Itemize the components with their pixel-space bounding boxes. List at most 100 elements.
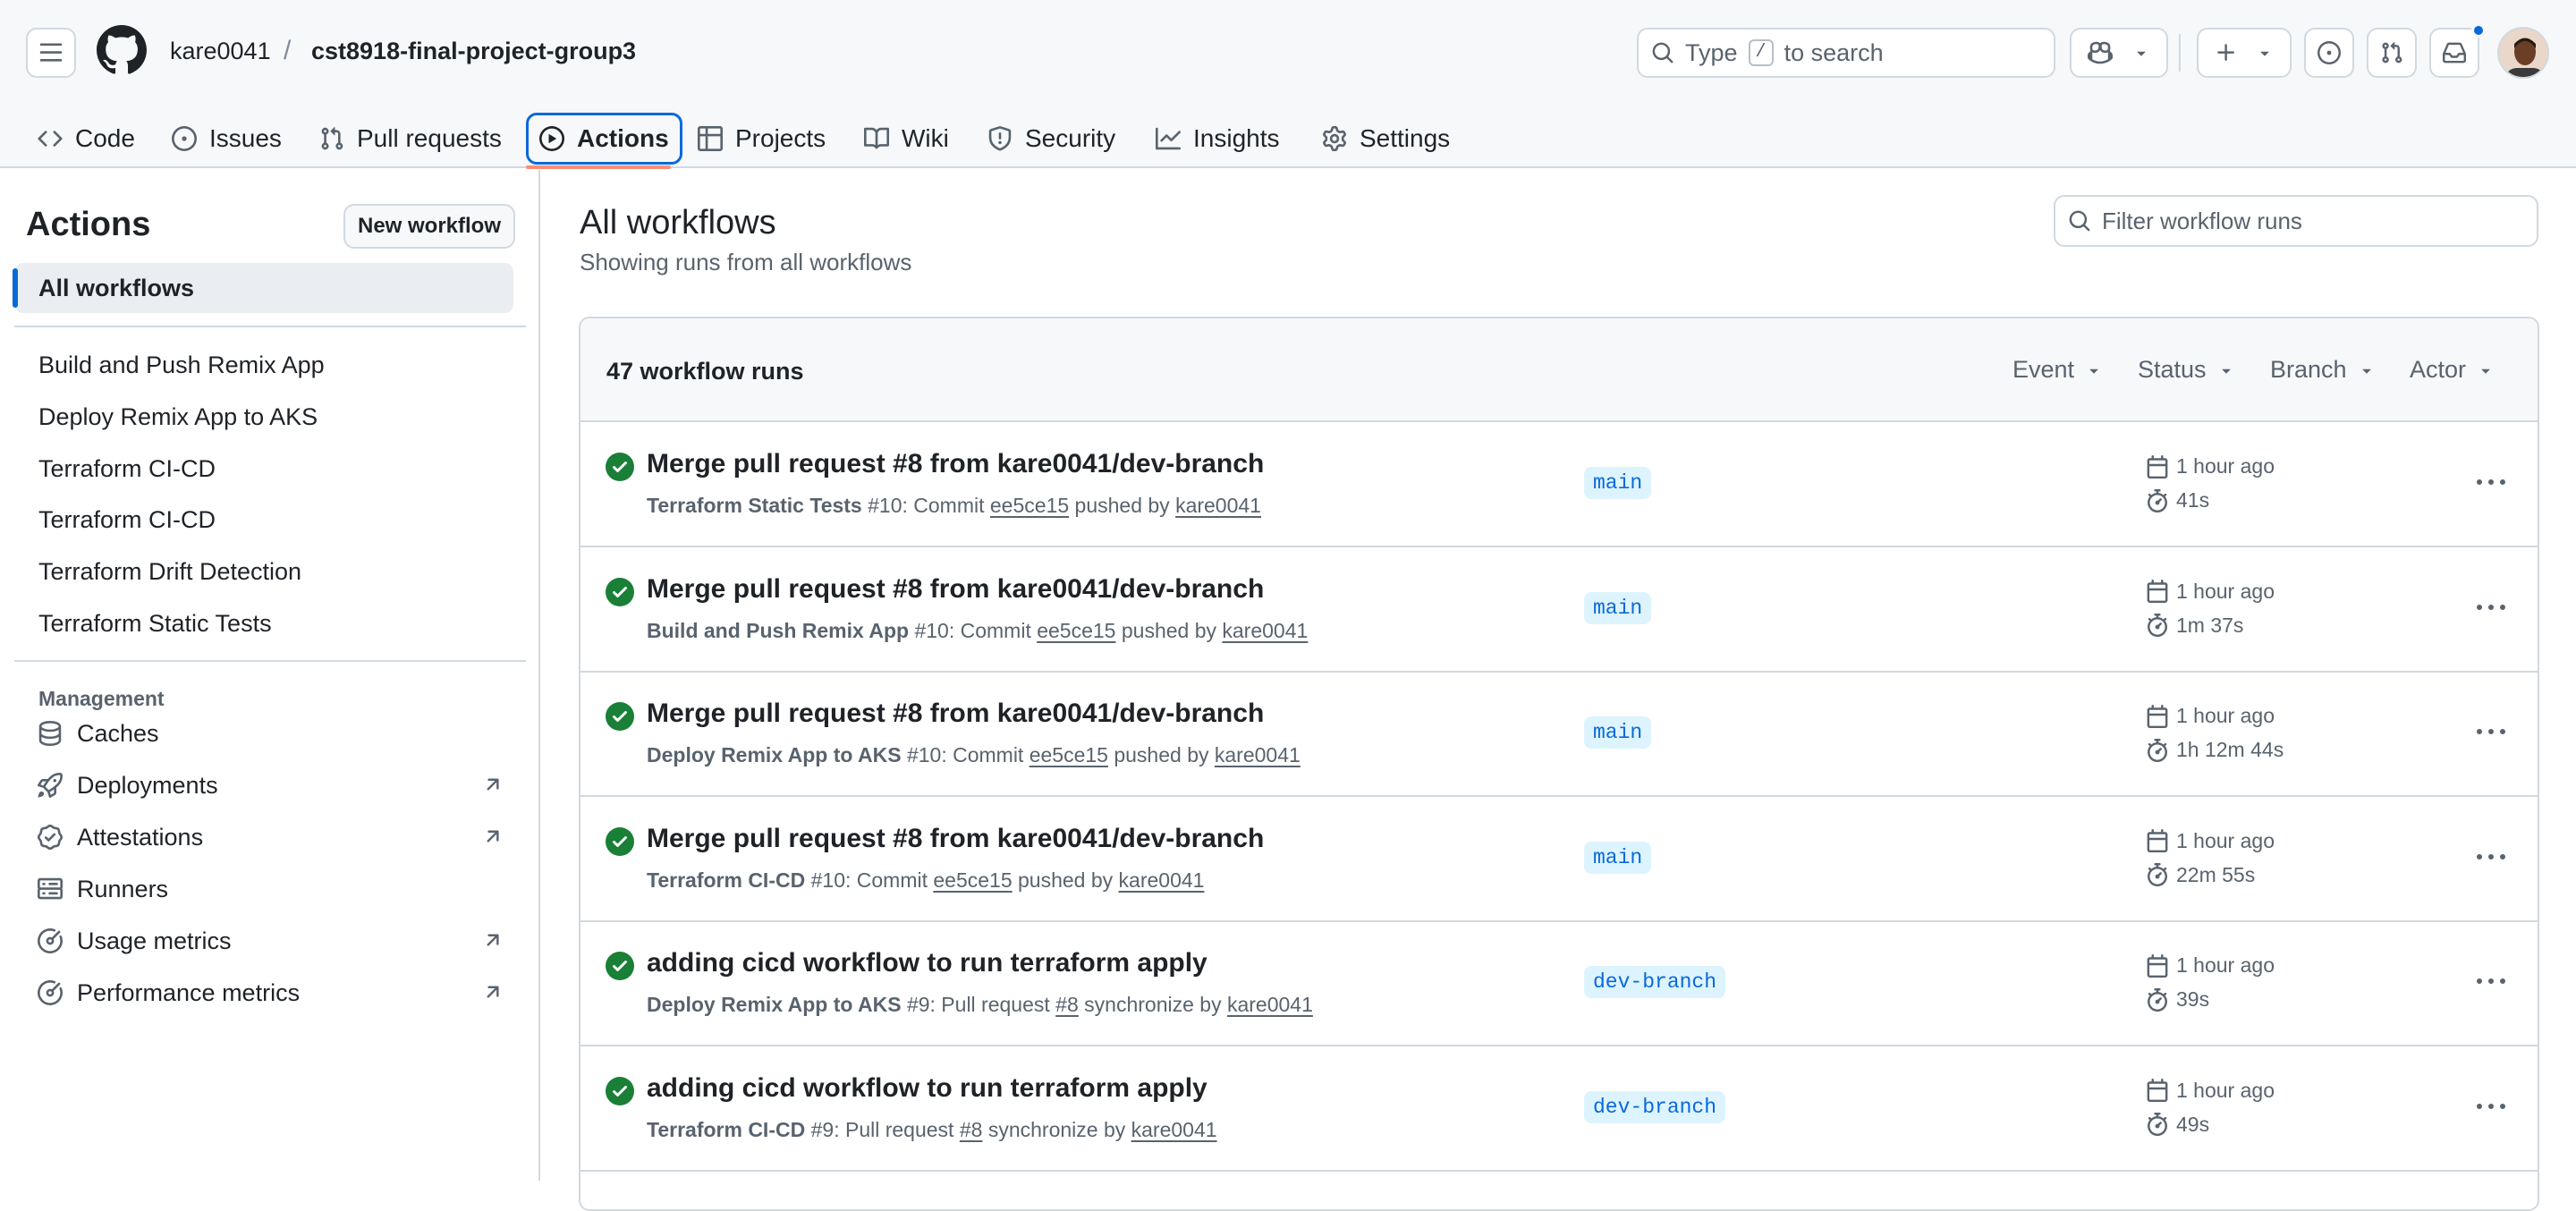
run-event-text: : Commit <box>941 743 1030 766</box>
run-ref-link[interactable]: ee5ce15 <box>933 868 1012 892</box>
run-workflow-name: Deploy Remix App to AKS <box>647 743 902 766</box>
status-filter-dropdown[interactable]: Status <box>2138 356 2235 384</box>
tab-security[interactable]: Security <box>977 113 1126 165</box>
actor-filter-dropdown[interactable]: Actor <box>2410 356 2495 384</box>
run-title-link[interactable]: Merge pull request #8 from kare0041/dev-… <box>647 449 1264 479</box>
tab-insights[interactable]: Insights <box>1145 113 1291 165</box>
database-icon <box>38 721 62 746</box>
run-options-button[interactable] <box>2466 713 2516 752</box>
table-row[interactable]: Merge pull request #8 from kare0041/dev-… <box>580 672 2538 797</box>
tab-wiki-label: Wiki <box>902 124 949 152</box>
run-timestamp: 1 hour ago <box>2146 580 2275 604</box>
branch-badge[interactable]: main <box>1584 716 1652 749</box>
sidebar-item-deployments[interactable]: Deployments <box>36 766 504 805</box>
tab-actions-label: Actions <box>577 124 669 152</box>
filter-workflow-runs-input[interactable]: Filter workflow runs <box>2054 195 2538 247</box>
run-ref-link[interactable]: ee5ce15 <box>1037 619 1115 642</box>
tab-projects[interactable]: Projects <box>687 113 836 165</box>
sidebar-item-workflow[interactable]: Deploy Remix App to AKS <box>38 399 318 435</box>
run-actor-link[interactable]: kare0041 <box>1119 868 1205 892</box>
inbox-button[interactable] <box>2429 28 2479 78</box>
run-time-text: 1 hour ago <box>2176 454 2275 478</box>
run-options-button[interactable] <box>2466 589 2516 628</box>
run-duration-text: 49s <box>2176 1112 2210 1136</box>
run-actor-link[interactable]: kare0041 <box>1222 619 1308 642</box>
tab-pull-requests[interactable]: Pull requests <box>309 113 513 165</box>
event-filter-dropdown[interactable]: Event <box>2012 356 2103 384</box>
create-new-button[interactable] <box>2197 28 2292 78</box>
run-ref-link[interactable]: ee5ce15 <box>990 494 1069 517</box>
sidebar-item-performance-metrics[interactable]: Performance metrics <box>36 973 504 1012</box>
branch-badge[interactable]: main <box>1584 591 1652 624</box>
run-options-button[interactable] <box>2466 838 2516 877</box>
avatar[interactable] <box>2497 27 2549 79</box>
run-ref-link[interactable]: ee5ce15 <box>1030 743 1108 766</box>
branch-badge[interactable]: dev-branch <box>1584 966 1726 998</box>
copilot-button[interactable] <box>2070 28 2168 78</box>
run-workflow-name: Terraform Static Tests <box>647 494 862 517</box>
run-actor-link[interactable]: kare0041 <box>1227 993 1313 1016</box>
sidebar-item-attestations[interactable]: Attestations <box>36 817 504 857</box>
run-options-button[interactable] <box>2466 463 2516 503</box>
global-search-input[interactable]: Type / to search <box>1637 28 2055 78</box>
sidebar-item-workflow[interactable]: Build and Push Remix App <box>38 347 325 383</box>
run-title-link[interactable]: Merge pull request #8 from kare0041/dev-… <box>647 699 1264 729</box>
run-title-link[interactable]: Merge pull request #8 from kare0041/dev-… <box>647 574 1264 605</box>
table-row[interactable]: adding cicd workflow to run terraform ap… <box>580 921 2538 1046</box>
new-workflow-button[interactable]: New workflow <box>343 204 515 249</box>
run-ref-link[interactable]: #8 <box>960 1118 983 1141</box>
breadcrumb-repo[interactable]: cst8918-final-project-group3 <box>311 38 636 65</box>
run-number: #10 <box>906 743 942 766</box>
run-time-text: 1 hour ago <box>2176 579 2275 603</box>
github-logo-icon[interactable] <box>97 25 147 75</box>
run-ref-link[interactable]: #8 <box>1055 993 1079 1016</box>
sidebar-item-workflow[interactable]: Terraform Drift Detection <box>38 554 301 589</box>
arrow-up-right-icon <box>487 986 499 998</box>
branch-badge[interactable]: main <box>1584 841 1652 874</box>
run-number: #10 <box>914 618 949 642</box>
sidebar-item-workflow[interactable]: Terraform Static Tests <box>38 606 272 641</box>
run-action-text: pushed by <box>1012 868 1119 892</box>
actions-sidebar: Actions New workflow All workflows Build… <box>0 170 540 1181</box>
run-actor-link[interactable]: kare0041 <box>1215 743 1301 766</box>
run-actor-link[interactable]: kare0041 <box>1175 494 1261 517</box>
tab-actions[interactable]: Actions <box>526 113 682 165</box>
sidebar-item-workflow[interactable]: Terraform CI-CD <box>38 502 216 538</box>
pull-requests-button[interactable] <box>2367 28 2417 78</box>
tab-issues[interactable]: Issues <box>161 113 292 165</box>
run-title-link[interactable]: adding cicd workflow to run terraform ap… <box>647 948 1208 978</box>
run-actor-link[interactable]: kare0041 <box>1131 1118 1217 1141</box>
run-title-link[interactable]: adding cicd workflow to run terraform ap… <box>647 1073 1208 1104</box>
user-avatar-image <box>2499 29 2547 77</box>
table-row[interactable]: Merge pull request #8 from kare0041/dev-… <box>580 422 2538 547</box>
sidebar-item-runners[interactable]: Runners <box>36 869 504 909</box>
table-row[interactable]: Merge pull request #8 from kare0041/dev-… <box>580 547 2538 673</box>
menu-button[interactable] <box>26 28 76 78</box>
tab-issues-label: Issues <box>209 124 282 152</box>
tab-code[interactable]: Code <box>27 113 146 165</box>
run-options-button[interactable] <box>2466 962 2516 1002</box>
search-suffix: to search <box>1784 38 1884 66</box>
kebab-horizontal-icon <box>2477 978 2505 984</box>
tab-wiki[interactable]: Wiki <box>853 113 960 165</box>
sidebar-item-workflow[interactable]: Terraform CI-CD <box>38 451 216 487</box>
sidebar-item-caches[interactable]: Caches <box>36 714 504 753</box>
table-row[interactable]: adding cicd workflow to run terraform ap… <box>580 1046 2538 1172</box>
tab-code-label: Code <box>75 124 135 152</box>
rocket-icon <box>38 773 63 798</box>
sidebar-item-all-workflows[interactable]: All workflows <box>14 263 513 313</box>
meter-icon <box>38 980 63 1005</box>
run-timestamp: 1 hour ago <box>2146 829 2275 853</box>
tab-settings[interactable]: Settings <box>1311 113 1461 165</box>
run-title-link[interactable]: Merge pull request #8 from kare0041/dev-… <box>647 824 1264 854</box>
sidebar-item-usage-metrics[interactable]: Usage metrics <box>36 921 504 961</box>
tab-settings-label: Settings <box>1360 124 1451 152</box>
breadcrumb-owner[interactable]: kare0041 <box>170 38 271 65</box>
table-row[interactable]: Merge pull request #8 from kare0041/dev-… <box>580 797 2538 922</box>
branch-badge[interactable]: main <box>1584 467 1652 499</box>
branch-filter-dropdown[interactable]: Branch <box>2270 356 2376 384</box>
branch-badge[interactable]: dev-branch <box>1584 1090 1726 1123</box>
issue-opened-icon <box>2318 41 2341 64</box>
issues-button[interactable] <box>2304 28 2354 78</box>
run-options-button[interactable] <box>2466 1088 2516 1127</box>
